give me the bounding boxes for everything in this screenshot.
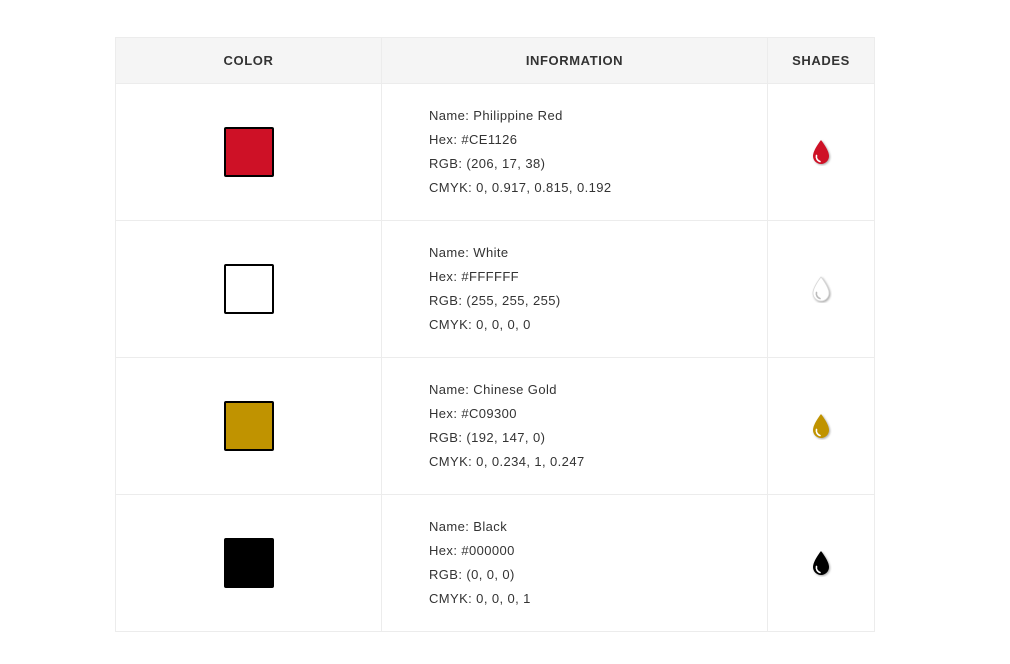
color-cmyk: CMYK: 0, 0.917, 0.815, 0.192	[429, 180, 612, 195]
color-hex: Hex: #CE1126	[429, 132, 518, 147]
color-info: Name: Chinese Gold Hex: #C09300 RGB: (19…	[382, 378, 585, 474]
color-rgb: RGB: (0, 0, 0)	[429, 567, 515, 582]
color-name: Name: Philippine Red	[429, 108, 563, 123]
table-row: Name: Black Hex: #000000 RGB: (0, 0, 0) …	[116, 494, 874, 631]
color-cmyk: CMYK: 0, 0, 0, 0	[429, 317, 531, 332]
color-swatch	[223, 401, 274, 451]
color-swatch	[223, 538, 274, 588]
drop-shape	[813, 414, 829, 438]
drop-shape	[813, 551, 829, 575]
color-info: Name: Black Hex: #000000 RGB: (0, 0, 0) …	[382, 515, 531, 611]
color-cmyk: CMYK: 0, 0, 0, 1	[429, 591, 531, 606]
color-rgb: RGB: (255, 255, 255)	[429, 293, 561, 308]
header-color: COLOR	[223, 53, 274, 68]
drop-icon[interactable]	[810, 138, 832, 166]
color-info: Name: White Hex: #FFFFFF RGB: (255, 255,…	[382, 241, 561, 337]
color-table: COLOR INFORMATION SHADES Name: Philippin…	[115, 37, 875, 632]
table-row: Name: Chinese Gold Hex: #C09300 RGB: (19…	[116, 357, 874, 494]
color-name: Name: Chinese Gold	[429, 382, 557, 397]
table-row: Name: Philippine Red Hex: #CE1126 RGB: (…	[116, 83, 874, 220]
drop-icon[interactable]	[810, 412, 832, 440]
drop-icon[interactable]	[810, 549, 832, 577]
color-name: Name: White	[429, 245, 509, 260]
color-rgb: RGB: (206, 17, 38)	[429, 156, 546, 171]
drop-icon[interactable]	[810, 275, 832, 303]
drop-shape	[812, 276, 830, 302]
header-information: INFORMATION	[381, 38, 767, 83]
color-hex: Hex: #000000	[429, 543, 515, 558]
color-rgb: RGB: (192, 147, 0)	[429, 430, 546, 445]
header-shades: SHADES	[767, 38, 874, 83]
table-header: COLOR INFORMATION SHADES	[116, 38, 874, 83]
color-hex: Hex: #C09300	[429, 406, 517, 421]
color-swatch	[223, 127, 274, 177]
color-cmyk: CMYK: 0, 0.234, 1, 0.247	[429, 454, 585, 469]
table-row: Name: White Hex: #FFFFFF RGB: (255, 255,…	[116, 220, 874, 357]
color-hex: Hex: #FFFFFF	[429, 269, 520, 284]
color-info: Name: Philippine Red Hex: #CE1126 RGB: (…	[382, 104, 611, 200]
color-name: Name: Black	[429, 519, 508, 534]
color-swatch	[223, 264, 274, 314]
drop-shape	[813, 140, 829, 164]
